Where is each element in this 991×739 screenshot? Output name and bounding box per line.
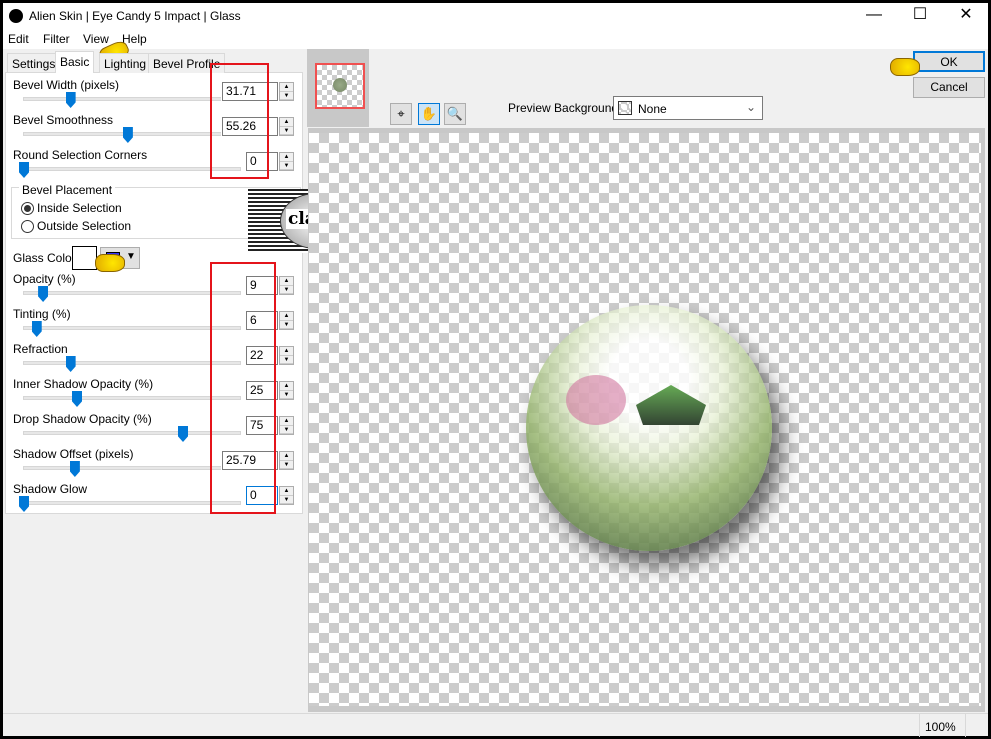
title-bar: Alien Skin | Eye Candy 5 Impact | Glass … — [3, 3, 988, 29]
glass-color-swatch[interactable] — [72, 246, 97, 270]
refraction-label: Refraction — [13, 342, 68, 356]
menu-view[interactable]: View — [83, 32, 109, 46]
bevel-width-pixels-label: Bevel Width (pixels) — [13, 78, 120, 92]
inner-shadow-opacity-spinner[interactable]: ▲ ▼ — [279, 381, 294, 400]
preview-background-label: Preview Background: — [508, 101, 622, 115]
cancel-button[interactable]: Cancel — [913, 77, 985, 98]
zoom-icon[interactable]: 🔍 — [444, 103, 466, 125]
drop-shadow-opacity-spinner[interactable]: ▲ ▼ — [279, 416, 294, 435]
close-button[interactable]: ✕ — [943, 3, 989, 29]
shadow-glow-label: Shadow Glow — [13, 482, 88, 496]
minimize-button[interactable]: — — [851, 3, 897, 29]
inner-shadow-opacity-label: Inner Shadow Opacity (%) — [13, 377, 154, 391]
navigate-icon[interactable]: ⌖ — [390, 103, 412, 125]
pointing-hand-icon — [890, 58, 920, 76]
chevron-down-icon: ⌄ — [746, 100, 757, 114]
preview-background-select[interactable]: None ⌄ — [613, 96, 763, 120]
window-title: Alien Skin | Eye Candy 5 Impact | Glass — [29, 9, 241, 23]
drop-shadow-opacity-label: Drop Shadow Opacity (%) — [13, 412, 152, 426]
menu-bar — [3, 29, 988, 49]
maximize-button[interactable]: ☐ — [897, 3, 943, 29]
round-selection-corners-spinner[interactable]: ▲ ▼ — [279, 152, 294, 171]
glass-color-label: Glass Color — [13, 251, 76, 265]
round-selection-corners-label: Round Selection Corners — [13, 148, 148, 162]
highlight-box — [210, 63, 269, 179]
shadow-offset-pixels-spinner[interactable]: ▲ ▼ — [279, 451, 294, 470]
zoom-level: 100% — [925, 720, 956, 734]
preview-canvas[interactable] — [309, 133, 981, 706]
eye-candy-window: Alien Skin | Eye Candy 5 Impact | Glass … — [3, 3, 988, 737]
glass-sphere-preview — [526, 305, 772, 551]
refraction-slider[interactable] — [23, 361, 241, 365]
outside-selection-radio[interactable] — [21, 220, 34, 233]
round-selection-corners-slider[interactable] — [23, 167, 241, 171]
menu-edit[interactable]: Edit — [8, 32, 29, 46]
status-bar: 100% — [3, 713, 988, 737]
shadow-glow-slider[interactable] — [23, 501, 241, 505]
tinting-slider[interactable] — [23, 326, 241, 330]
navigator[interactable] — [307, 49, 369, 127]
tab-basic[interactable]: Basic — [55, 51, 95, 73]
opacity-label: Opacity (%) — [13, 272, 76, 286]
bevel-smoothness-label: Bevel Smoothness — [13, 113, 114, 127]
menu-filter[interactable]: Filter — [43, 32, 70, 46]
preview-background-value: None — [638, 102, 667, 116]
refraction-spinner[interactable]: ▲ ▼ — [279, 346, 294, 365]
opacity-spinner[interactable]: ▲ ▼ — [279, 276, 294, 295]
shadow-offset-pixels-slider[interactable] — [23, 466, 241, 470]
inside-selection-label: Inside Selection — [37, 201, 122, 215]
tinting-label: Tinting (%) — [13, 307, 71, 321]
opacity-slider[interactable] — [23, 291, 241, 295]
pointing-hand-icon — [95, 254, 125, 272]
inside-selection-radio[interactable] — [21, 202, 34, 215]
hand-icon[interactable]: ✋ — [418, 103, 440, 125]
drop-shadow-opacity-slider[interactable] — [23, 431, 241, 435]
tinting-spinner[interactable]: ▲ ▼ — [279, 311, 294, 330]
tab-lighting[interactable]: Lighting — [99, 53, 152, 73]
outside-selection-label: Outside Selection — [37, 219, 132, 233]
bevel-width-pixels-spinner[interactable]: ▲ ▼ — [279, 82, 294, 101]
bevel-placement-title: Bevel Placement — [19, 183, 116, 197]
shadow-offset-pixels-label: Shadow Offset (pixels) — [13, 447, 134, 461]
app-icon — [9, 9, 23, 23]
shadow-glow-spinner[interactable]: ▲ ▼ — [279, 486, 294, 505]
ok-button[interactable]: OK — [913, 51, 985, 72]
bevel-smoothness-spinner[interactable]: ▲ ▼ — [279, 117, 294, 136]
tab-settings[interactable]: Settings — [7, 53, 61, 73]
bevel-width-pixels-slider[interactable] — [23, 97, 241, 101]
chevron-down-icon: ▼ — [126, 251, 136, 262]
inner-shadow-opacity-slider[interactable] — [23, 396, 241, 400]
preview-frame — [308, 128, 985, 712]
highlight-box — [210, 262, 276, 514]
